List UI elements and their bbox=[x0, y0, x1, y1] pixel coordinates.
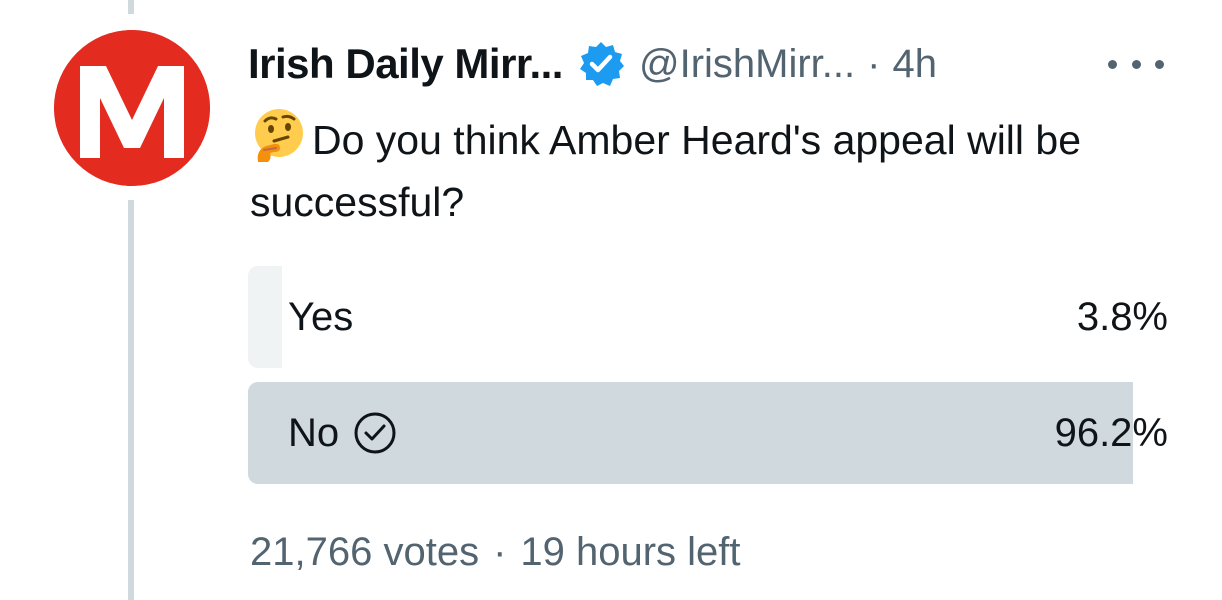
poll-option-yes: Yes 3.8% bbox=[248, 266, 1168, 368]
poll-meta-separator: · bbox=[493, 529, 507, 574]
tweet-text-body: Do you think Amber Heard's appeal will b… bbox=[250, 117, 1082, 225]
poll-option-label: No bbox=[288, 382, 397, 484]
check-circle-icon bbox=[353, 411, 397, 455]
avatar[interactable] bbox=[54, 30, 210, 186]
display-name[interactable]: Irish Daily Mirr... bbox=[248, 40, 563, 88]
thinking-face-icon bbox=[250, 106, 308, 164]
poll-votes: 21,766 votes bbox=[250, 529, 480, 574]
poll-option-percent: 96.2% bbox=[1054, 410, 1168, 455]
header-separator: · bbox=[867, 41, 881, 86]
mirror-logo-icon bbox=[54, 30, 210, 186]
poll-meta: 21,766 votes · 19 hours left bbox=[250, 522, 741, 582]
thread-line-bottom bbox=[128, 200, 134, 600]
poll-option-percent: 3.8% bbox=[1076, 294, 1168, 339]
more-options-icon[interactable] bbox=[1108, 48, 1164, 80]
thread-line-top bbox=[128, 0, 134, 14]
poll-time-left: 19 hours left bbox=[520, 529, 741, 574]
tweet-time[interactable]: 4h bbox=[892, 42, 937, 87]
poll-option-label: Yes bbox=[288, 266, 353, 368]
handle[interactable]: @IrishMirr... bbox=[639, 42, 855, 87]
poll-option-no: No 96.2% bbox=[248, 382, 1168, 484]
poll-option-text: Yes bbox=[288, 294, 354, 339]
tweet-header: Irish Daily Mirr... @IrishMirr... · 4h bbox=[248, 36, 937, 92]
verified-badge-icon bbox=[577, 40, 625, 88]
poll-bar-yes bbox=[248, 266, 282, 368]
tweet-text: Do you think Amber Heard's appeal will b… bbox=[250, 106, 1180, 233]
poll-option-text: No bbox=[288, 410, 340, 455]
